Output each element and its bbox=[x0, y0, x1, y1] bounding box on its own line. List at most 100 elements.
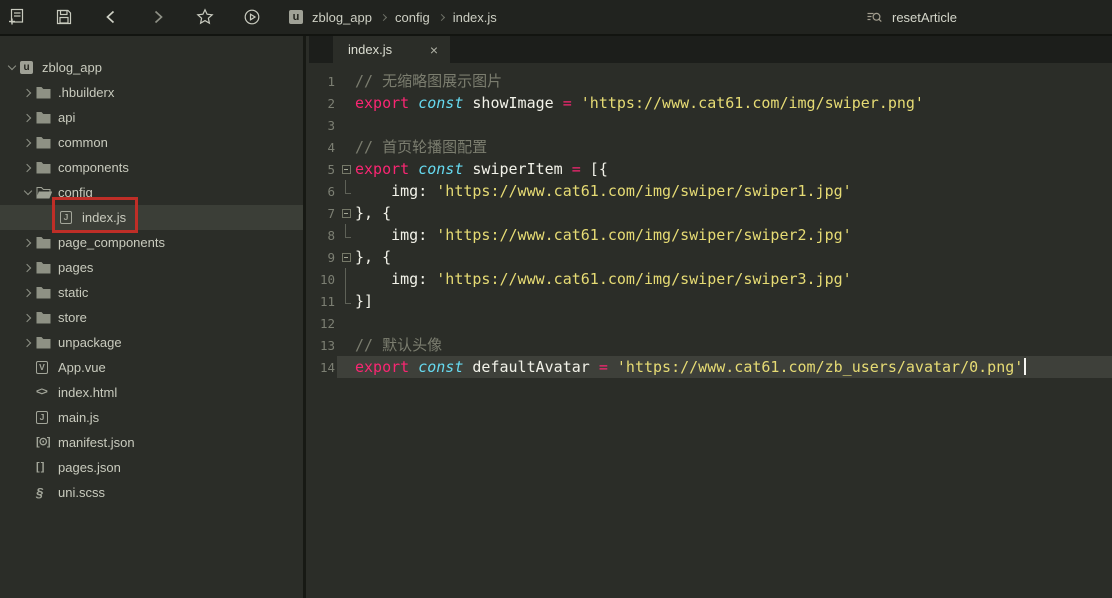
tree-item--hbuilderx[interactable]: .hbuilderx bbox=[0, 80, 303, 105]
breadcrumb-file[interactable]: index.js bbox=[453, 10, 497, 25]
code-line-14[interactable]: 14 export const defaultAvatar = 'https://… bbox=[309, 356, 1112, 378]
tree-item-label: manifest.json bbox=[58, 435, 135, 450]
tab-close-icon[interactable]: × bbox=[430, 43, 438, 57]
tree-item-label: .hbuilderx bbox=[58, 85, 114, 100]
code-line-13[interactable]: 13// 默认头像 bbox=[309, 334, 1112, 356]
folder-icon bbox=[36, 86, 53, 99]
run-icon[interactable] bbox=[243, 8, 261, 26]
uniapp-project-icon: u bbox=[289, 10, 303, 24]
code-text bbox=[355, 312, 1112, 334]
code-line-10[interactable]: 10 img: 'https://www.cat61.com/img/swipe… bbox=[309, 268, 1112, 290]
tree-item-pages[interactable]: pages bbox=[0, 255, 303, 280]
tree-item-static[interactable]: static bbox=[0, 280, 303, 305]
breadcrumb-folder[interactable]: config bbox=[395, 10, 430, 25]
caret-collapsed-icon[interactable] bbox=[20, 90, 36, 96]
folder-icon bbox=[36, 286, 53, 299]
line-number: 14 bbox=[309, 360, 337, 375]
tree-item-config[interactable]: config bbox=[0, 180, 303, 205]
tree-item-label: uni.scss bbox=[58, 485, 105, 500]
tree-item-label: components bbox=[58, 160, 129, 175]
fold-toggle-icon[interactable] bbox=[337, 246, 355, 268]
tree-item-index-html[interactable]: <>index.html bbox=[0, 380, 303, 405]
tree-item-store[interactable]: store bbox=[0, 305, 303, 330]
tree-item-api[interactable]: api bbox=[0, 105, 303, 130]
tree-item-unpackage[interactable]: unpackage bbox=[0, 330, 303, 355]
editor-pane: index.js × 1// 无缩略图展示图片 2 export const sho… bbox=[309, 36, 1112, 598]
caret-collapsed-icon[interactable] bbox=[20, 265, 36, 271]
code-line-11[interactable]: 11}] bbox=[309, 290, 1112, 312]
tree-item-uni-scss[interactable]: §uni.scss bbox=[0, 480, 303, 505]
file-json-manifest-icon: [⊙] bbox=[36, 437, 53, 448]
fold-margin bbox=[337, 136, 355, 158]
tree-item-page-components[interactable]: page_components bbox=[0, 230, 303, 255]
code-line-6[interactable]: 6 img: 'https://www.cat61.com/img/swiper… bbox=[309, 180, 1112, 202]
code-text: img: 'https://www.cat61.com/img/swiper/s… bbox=[355, 180, 1112, 202]
caret-collapsed-icon[interactable] bbox=[20, 240, 36, 246]
code-line-1[interactable]: 1// 无缩略图展示图片 bbox=[309, 70, 1112, 92]
folder-icon bbox=[36, 336, 53, 349]
toolbar-search[interactable]: resetArticle bbox=[866, 0, 957, 34]
forward-icon[interactable] bbox=[149, 8, 167, 26]
code-line-5[interactable]: 5export const swiperItem = [{ bbox=[309, 158, 1112, 180]
tree-item-zblog-app[interactable]: uzblog_app bbox=[0, 55, 303, 80]
chevron-right-icon bbox=[438, 13, 445, 20]
tree-item-index-js[interactable]: Jindex.js bbox=[0, 205, 303, 230]
tree-item-common[interactable]: common bbox=[0, 130, 303, 155]
folder-icon bbox=[36, 261, 53, 274]
project-icon: u bbox=[20, 61, 37, 74]
search-value: resetArticle bbox=[892, 10, 957, 25]
code-editor[interactable]: 1// 无缩略图展示图片 2 export const showImage = 'h… bbox=[309, 63, 1112, 378]
code-text: export const showImage = 'https://www.ca… bbox=[355, 92, 1112, 114]
chevron-right-icon bbox=[380, 13, 387, 20]
code-line-3[interactable]: 3 bbox=[309, 114, 1112, 136]
caret-expanded-icon[interactable] bbox=[20, 191, 36, 194]
code-text: }] bbox=[355, 290, 1112, 312]
file-js-icon: J bbox=[60, 211, 77, 224]
fold-toggle-icon[interactable] bbox=[337, 202, 355, 224]
file-json-icon: [ ] bbox=[36, 462, 53, 473]
tree-item-components[interactable]: components bbox=[0, 155, 303, 180]
caret-collapsed-icon[interactable] bbox=[20, 315, 36, 321]
code-line-9[interactable]: 9}, { bbox=[309, 246, 1112, 268]
code-line-7[interactable]: 7}, { bbox=[309, 202, 1112, 224]
caret-expanded-icon[interactable] bbox=[4, 66, 20, 69]
breadcrumb-project[interactable]: zblog_app bbox=[312, 10, 372, 25]
caret-collapsed-icon[interactable] bbox=[20, 290, 36, 296]
code-text: }, { bbox=[355, 202, 1112, 224]
line-number: 5 bbox=[309, 162, 337, 177]
save-icon[interactable] bbox=[55, 8, 73, 26]
fold-margin bbox=[337, 312, 355, 334]
line-number: 3 bbox=[309, 118, 337, 133]
fold-margin bbox=[337, 114, 355, 136]
line-number: 12 bbox=[309, 316, 337, 331]
tree-item-manifest-json[interactable]: [⊙] manifest.json bbox=[0, 430, 303, 455]
code-line-4[interactable]: 4// 首页轮播图配置 bbox=[309, 136, 1112, 158]
toolbar-icon-group bbox=[0, 8, 261, 26]
code-text: export const defaultAvatar = 'https://ww… bbox=[355, 356, 1112, 378]
tab-index-js[interactable]: index.js × bbox=[333, 36, 450, 63]
back-icon[interactable] bbox=[102, 8, 120, 26]
file-vue-icon: V bbox=[36, 361, 53, 374]
tree-item-main-js[interactable]: Jmain.js bbox=[0, 405, 303, 430]
file-explorer: uzblog_app .hbuilderx apicommon components c… bbox=[0, 36, 306, 598]
code-text: // 首页轮播图配置 bbox=[355, 136, 1112, 158]
tree-item-pages-json[interactable]: [ ]pages.json bbox=[0, 455, 303, 480]
code-line-2[interactable]: 2 export const showImage = 'https://www.c… bbox=[309, 92, 1112, 114]
folder-icon bbox=[36, 236, 53, 249]
line-number: 2 bbox=[309, 96, 337, 111]
code-line-8[interactable]: 8 img: 'https://www.cat61.com/img/swiper… bbox=[309, 224, 1112, 246]
caret-collapsed-icon[interactable] bbox=[20, 115, 36, 121]
caret-collapsed-icon[interactable] bbox=[20, 340, 36, 346]
code-text: // 无缩略图展示图片 bbox=[355, 70, 1112, 92]
new-file-icon[interactable] bbox=[8, 8, 26, 26]
star-icon[interactable] bbox=[196, 8, 214, 26]
caret-collapsed-icon[interactable] bbox=[20, 165, 36, 171]
tree-item-label: unpackage bbox=[58, 335, 122, 350]
code-line-12[interactable]: 12 bbox=[309, 312, 1112, 334]
tree-item-label: config bbox=[58, 185, 93, 200]
fold-toggle-icon[interactable] bbox=[337, 158, 355, 180]
tree-item-label: pages bbox=[58, 260, 93, 275]
caret-collapsed-icon[interactable] bbox=[20, 140, 36, 146]
tree-item-app-vue[interactable]: VApp.vue bbox=[0, 355, 303, 380]
fold-margin bbox=[337, 92, 355, 114]
